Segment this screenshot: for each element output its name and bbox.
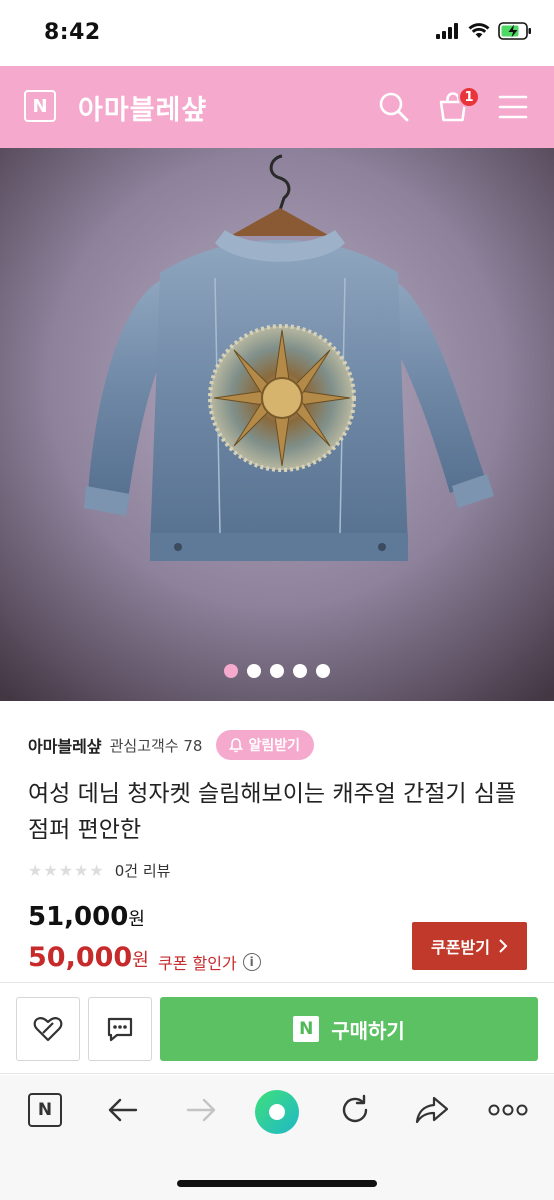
search-icon[interactable] — [378, 91, 410, 123]
original-price: 51,000원 — [28, 902, 145, 932]
carousel-indicator — [0, 664, 554, 682]
wifi-icon — [468, 23, 490, 38]
carousel-dot[interactable] — [224, 664, 238, 678]
forward-arrow-icon[interactable] — [184, 1093, 218, 1127]
share-icon[interactable] — [414, 1093, 450, 1127]
back-arrow-icon[interactable] — [106, 1093, 140, 1127]
store-title[interactable]: 아마블레샾 — [78, 88, 207, 127]
green-dot-icon[interactable] — [254, 1089, 300, 1135]
original-price-value: 51,000 — [28, 902, 129, 932]
home-indicator — [177, 1180, 377, 1187]
carousel-dot[interactable] — [316, 664, 330, 678]
cart-count-badge: 1 — [458, 86, 480, 108]
alarm-subscribe-button[interactable]: 알림받기 — [216, 730, 314, 760]
sale-price: 50,000원 — [28, 942, 149, 973]
coupon-button-label: 쿠폰받기 — [431, 938, 490, 957]
coupon-discount-label: 쿠폰 할인가 — [158, 954, 237, 973]
buy-label: 구매하기 — [331, 1018, 405, 1043]
review-row[interactable]: ★★★★★ 0건 리뷰 — [28, 860, 170, 881]
carousel-dot[interactable] — [247, 664, 261, 678]
follower-count: 관심고객수 78 — [109, 736, 203, 755]
product-title: 여성 데님 청자켓 슬림해보이는 캐주얼 간절기 심플 점퍼 편안한 — [28, 781, 517, 843]
review-count: 0건 리뷰 — [114, 862, 171, 880]
sale-price-value: 50,000 — [28, 942, 133, 973]
heart-tag-icon — [33, 1017, 63, 1042]
naver-pay-icon: N — [293, 1016, 320, 1042]
status-bar: 8:42 — [0, 0, 554, 66]
carousel-dot[interactable] — [293, 664, 307, 678]
chevron-right-icon — [499, 939, 508, 953]
carousel-dot[interactable] — [270, 664, 284, 678]
status-icons — [436, 22, 532, 40]
coupon-discount-note: 쿠폰 할인가 i — [158, 950, 261, 974]
store-name-link[interactable]: 아마블레샾 — [28, 733, 102, 757]
denim-jacket-image — [0, 148, 554, 701]
product-image-carousel[interactable] — [0, 148, 554, 701]
purchase-bar: N 구매하기 — [0, 982, 554, 1074]
talk-talk-button[interactable] — [88, 997, 152, 1061]
more-options-icon[interactable] — [488, 1103, 528, 1117]
alarm-label: 알림받기 — [248, 738, 300, 754]
chat-bubble-icon — [107, 1017, 133, 1042]
hamburger-menu-icon[interactable] — [498, 94, 528, 120]
get-coupon-button[interactable]: 쿠폰받기 — [412, 922, 527, 970]
store-info-row: 아마블레샾 관심고객수 78 알림받기 — [28, 730, 314, 760]
battery-charging-icon — [498, 22, 531, 40]
signal-icon — [436, 23, 458, 39]
bell-plus-icon — [229, 738, 244, 753]
refresh-icon[interactable] — [338, 1093, 372, 1127]
currency-label: 원 — [132, 950, 149, 971]
wishlist-button[interactable] — [16, 997, 80, 1061]
status-time: 8:42 — [44, 20, 101, 45]
rating-stars: ★★★★★ — [28, 861, 105, 880]
store-header: N 아마블레샾 1 — [0, 66, 554, 148]
info-icon[interactable]: i — [242, 953, 261, 971]
buy-now-button[interactable]: N 구매하기 — [160, 997, 538, 1061]
naver-logo-icon[interactable]: N — [24, 90, 56, 122]
naver-home-icon[interactable]: N — [28, 1093, 62, 1127]
currency-label: 원 — [128, 909, 145, 930]
